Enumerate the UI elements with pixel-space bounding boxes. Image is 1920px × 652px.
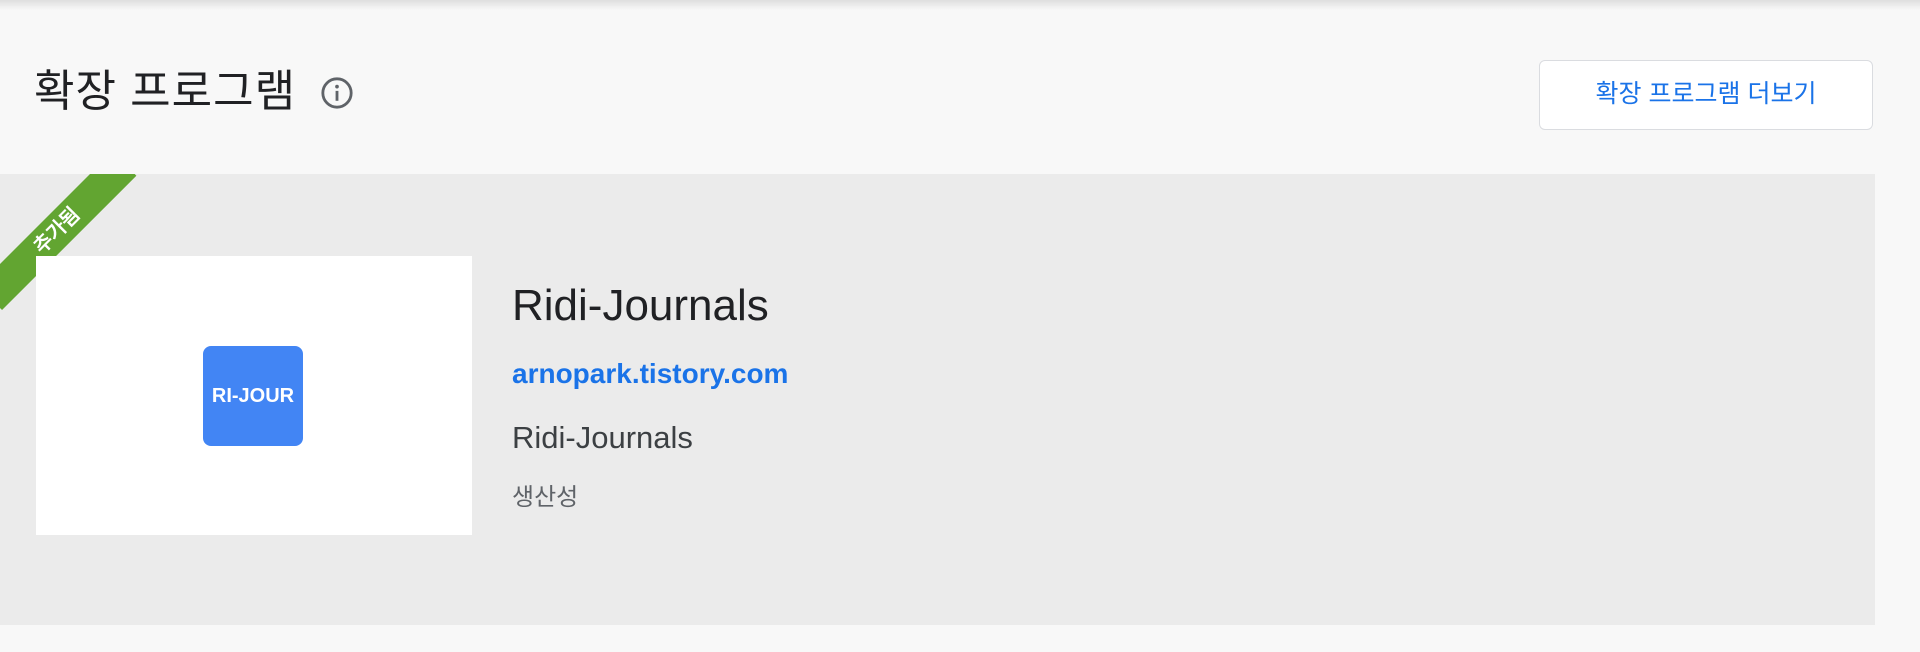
extension-publisher-link[interactable]: arnopark.tistory.com (512, 356, 788, 392)
extension-thumbnail[interactable]: RI-JOUR (36, 256, 472, 535)
more-extensions-button[interactable]: 확장 프로그램 더보기 (1539, 60, 1873, 130)
extension-card[interactable]: 추가됨 RI-JOUR Ridi-Journals arnopark.tisto… (0, 174, 1875, 625)
top-shadow (0, 0, 1920, 10)
extension-logo: RI-JOUR (203, 346, 303, 446)
extension-category: 생산성 (512, 484, 579, 511)
extension-name[interactable]: Ridi-Journals (512, 278, 769, 334)
info-icon[interactable] (320, 76, 354, 110)
section-title: 확장 프로그램 (34, 67, 297, 116)
extensions-page: 확장 프로그램 확장 프로그램 더보기 추가됨 RI-JOUR Ridi-Jou… (0, 0, 1920, 652)
extension-description: Ridi-Journals (512, 420, 693, 455)
